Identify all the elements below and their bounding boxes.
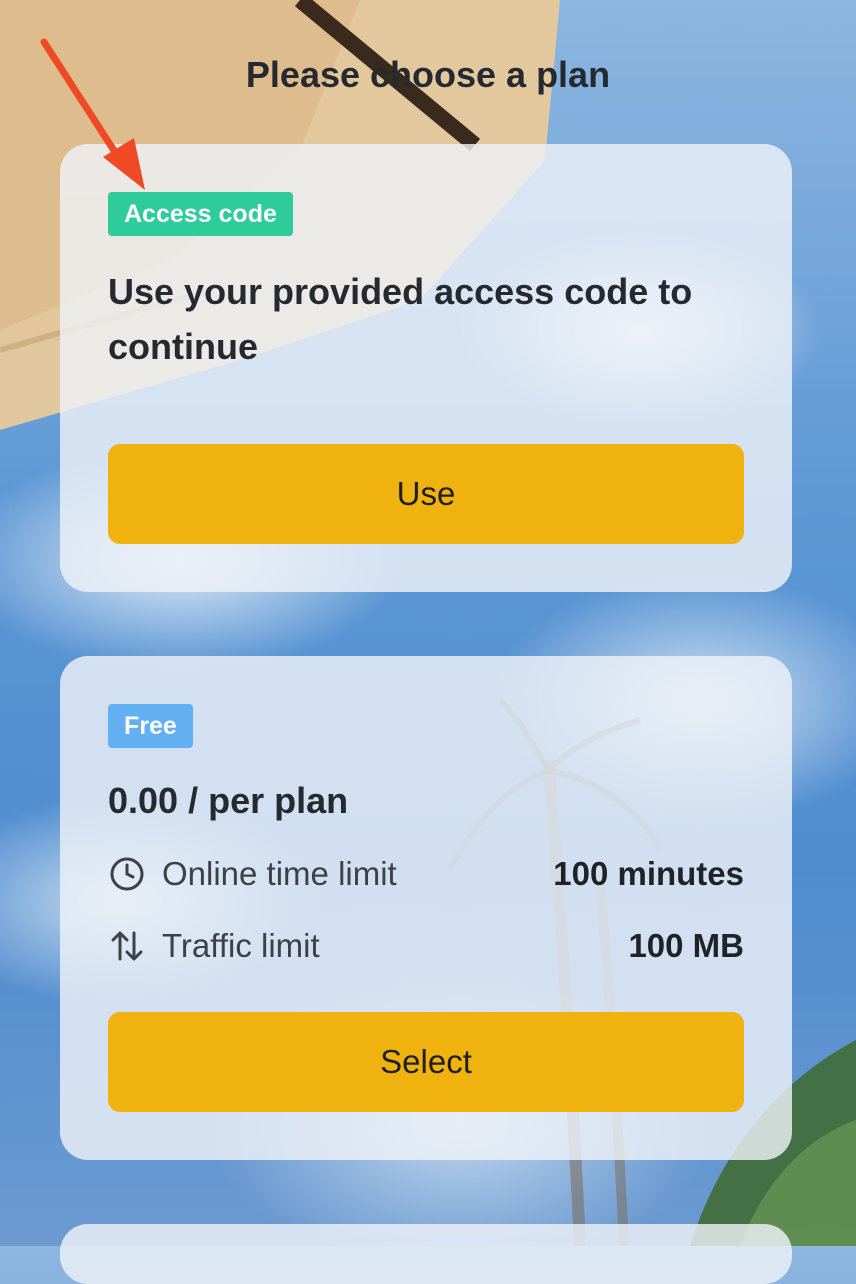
online-time-limit-value: 100 minutes bbox=[553, 855, 744, 892]
price-amount: 0.00 bbox=[108, 780, 179, 821]
traffic-limit-label: Traffic limit bbox=[162, 927, 320, 964]
page-title: Please choose a plan bbox=[245, 54, 611, 95]
next-plan-card bbox=[60, 1224, 792, 1284]
access-code-description: Use your provided access code to continu… bbox=[108, 271, 693, 367]
plan-price: 0.00 / per plan bbox=[108, 780, 348, 822]
access-code-plan-card: Access code Use your provided access cod… bbox=[60, 144, 792, 592]
access-code-badge: Access code bbox=[108, 192, 293, 236]
online-time-limit-row: Online time limit 100 minutes bbox=[108, 852, 744, 896]
traffic-limit-row: Traffic limit 100 MB bbox=[108, 924, 744, 968]
free-plan-card: Free 0.00 / per plan Online time limit 1… bbox=[60, 656, 792, 1160]
online-time-limit-label: Online time limit bbox=[162, 855, 397, 892]
price-unit: / per plan bbox=[178, 780, 349, 821]
free-badge: Free bbox=[108, 704, 193, 748]
arrows-up-down-icon bbox=[111, 931, 143, 961]
traffic-limit-value: 100 MB bbox=[628, 927, 744, 964]
select-button[interactable]: Select bbox=[108, 1012, 744, 1112]
use-button[interactable]: Use bbox=[108, 444, 744, 544]
clock-icon bbox=[110, 857, 144, 891]
